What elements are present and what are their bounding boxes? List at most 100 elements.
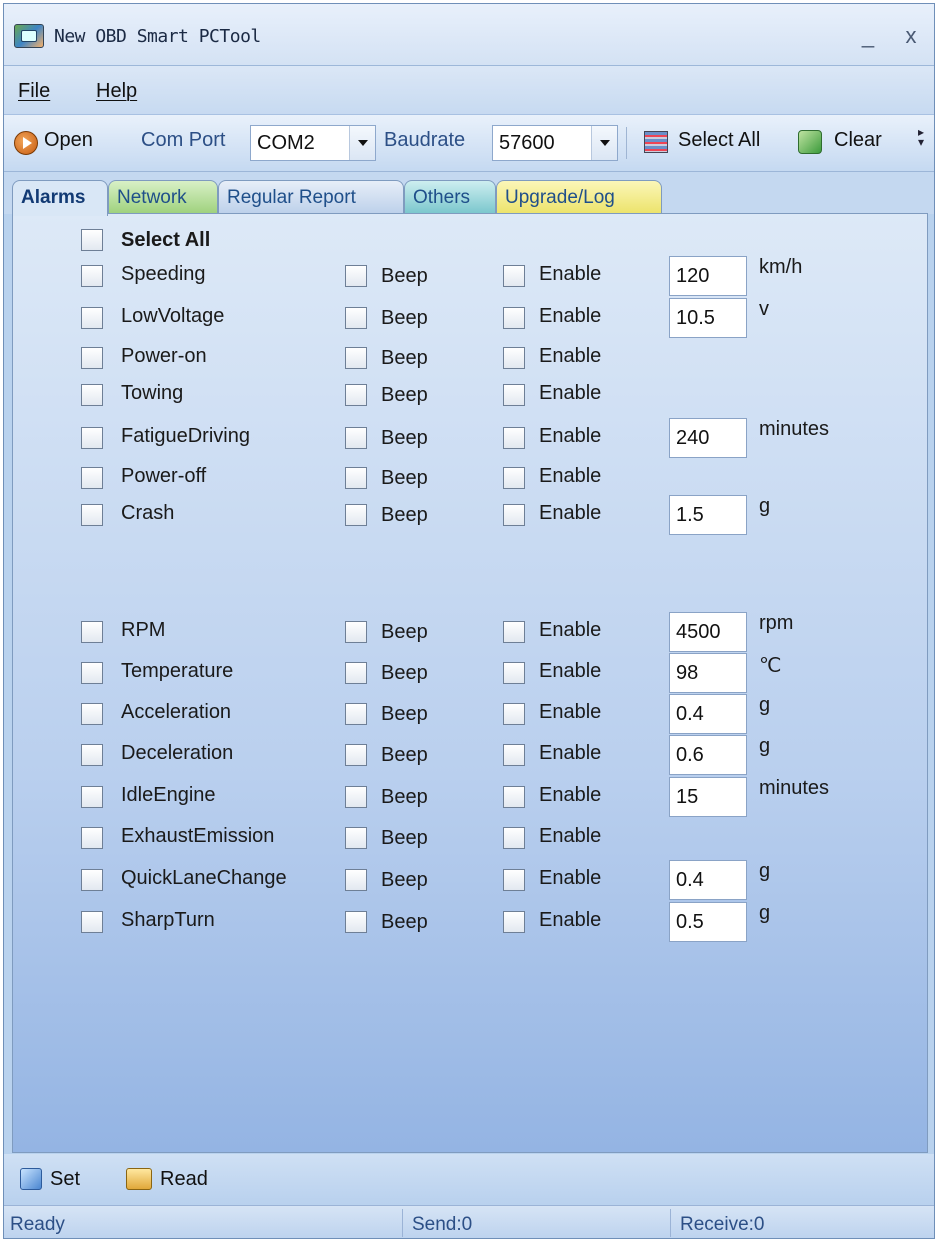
beep-checkbox[interactable]: [345, 703, 367, 725]
alarm-checkbox[interactable]: [81, 662, 103, 684]
chevron-down-icon[interactable]: [591, 126, 617, 160]
tab-network[interactable]: Network: [108, 180, 218, 214]
enable-checkbox[interactable]: [503, 347, 525, 369]
threshold-input[interactable]: 98: [669, 653, 747, 693]
alarm-checkbox[interactable]: [81, 827, 103, 849]
tab-alarms[interactable]: Alarms: [12, 180, 108, 216]
set-button[interactable]: Set: [50, 1168, 80, 1191]
beep-checkbox[interactable]: [345, 307, 367, 329]
threshold-input[interactable]: 10.5: [669, 298, 747, 338]
threshold-input[interactable]: 0.4: [669, 694, 747, 734]
enable-checkbox[interactable]: [503, 786, 525, 808]
enable-label: Enable: [539, 825, 602, 847]
alarm-checkbox[interactable]: [81, 911, 103, 933]
baudrate-value: 57600: [499, 132, 555, 154]
threshold-input[interactable]: 0.4: [669, 860, 747, 900]
enable-checkbox[interactable]: [503, 504, 525, 526]
alarm-checkbox[interactable]: [81, 307, 103, 329]
open-icon[interactable]: [14, 131, 38, 155]
toolbar-overflow-icon[interactable]: ▸ ▾: [918, 126, 930, 161]
threshold-input[interactable]: 120: [669, 256, 747, 296]
chevron-down-icon[interactable]: [349, 126, 375, 160]
alarm-checkbox[interactable]: [81, 744, 103, 766]
alarm-row-deceleration: Deceleration Beep Enable 0.6 g: [13, 735, 927, 775]
beep-checkbox[interactable]: [345, 504, 367, 526]
alarm-checkbox[interactable]: [81, 427, 103, 449]
folder-icon[interactable]: [126, 1168, 152, 1190]
select-all-button[interactable]: Select All: [678, 129, 760, 152]
beep-checkbox[interactable]: [345, 911, 367, 933]
beep-checkbox[interactable]: [345, 347, 367, 369]
alarm-checkbox[interactable]: [81, 467, 103, 489]
enable-checkbox[interactable]: [503, 621, 525, 643]
threshold-input[interactable]: 4500: [669, 612, 747, 652]
enable-label: Enable: [539, 382, 602, 404]
beep-checkbox[interactable]: [345, 384, 367, 406]
enable-checkbox[interactable]: [503, 869, 525, 891]
enable-checkbox[interactable]: [503, 662, 525, 684]
baudrate-select[interactable]: 57600: [492, 125, 618, 161]
beep-checkbox[interactable]: [345, 427, 367, 449]
clear-button[interactable]: Clear: [834, 129, 882, 152]
beep-checkbox[interactable]: [345, 786, 367, 808]
enable-label: Enable: [539, 425, 602, 447]
enable-label: Enable: [539, 784, 602, 806]
alarm-checkbox[interactable]: [81, 265, 103, 287]
open-button[interactable]: Open: [44, 129, 93, 152]
beep-checkbox[interactable]: [345, 467, 367, 489]
menu-file-label: File: [18, 80, 51, 102]
enable-checkbox[interactable]: [503, 467, 525, 489]
unit-label: minutes: [759, 777, 830, 799]
alarm-checkbox[interactable]: [81, 786, 103, 808]
threshold-input[interactable]: 1.5: [669, 495, 747, 535]
threshold-input[interactable]: 0.6: [669, 735, 747, 775]
menu-help[interactable]: Help: [96, 80, 137, 103]
alarm-name: Temperature: [121, 660, 234, 682]
set-icon[interactable]: [20, 1168, 42, 1190]
enable-checkbox[interactable]: [503, 744, 525, 766]
alarm-checkbox[interactable]: [81, 347, 103, 369]
enable-checkbox[interactable]: [503, 827, 525, 849]
tab-others[interactable]: Others: [404, 180, 496, 214]
beep-checkbox[interactable]: [345, 744, 367, 766]
alarm-row-towing: Towing Beep Enable: [13, 379, 927, 415]
alarm-name: IdleEngine: [121, 784, 216, 806]
alarm-checkbox[interactable]: [81, 384, 103, 406]
beep-checkbox[interactable]: [345, 265, 367, 287]
unit-label: g: [759, 735, 771, 757]
clear-icon[interactable]: [798, 130, 822, 154]
beep-checkbox[interactable]: [345, 662, 367, 684]
threshold-input[interactable]: 240: [669, 418, 747, 458]
enable-label: Enable: [539, 701, 602, 723]
enable-checkbox[interactable]: [503, 265, 525, 287]
enable-checkbox[interactable]: [503, 427, 525, 449]
minimize-button[interactable]: _: [854, 22, 882, 50]
alarm-checkbox[interactable]: [81, 869, 103, 891]
alarm-row-exhaustemission: ExhaustEmission Beep Enable: [13, 822, 927, 858]
alarm-row-speeding: Speeding Beep Enable 120 km/h: [13, 256, 927, 296]
com-port-select[interactable]: COM2: [250, 125, 376, 161]
close-button[interactable]: x: [897, 22, 925, 50]
alarm-checkbox[interactable]: [81, 621, 103, 643]
alarm-row-fatiguedriving: FatigueDriving Beep Enable 240 minutes: [13, 418, 927, 458]
read-button[interactable]: Read: [160, 1168, 208, 1191]
select-all-icon[interactable]: [644, 131, 668, 153]
alarm-checkbox[interactable]: [81, 703, 103, 725]
enable-checkbox[interactable]: [503, 307, 525, 329]
tab-upgrade-log[interactable]: Upgrade/Log: [496, 180, 662, 214]
status-divider: [402, 1209, 403, 1237]
beep-checkbox[interactable]: [345, 827, 367, 849]
select-all-checkbox[interactable]: [81, 229, 103, 251]
threshold-input[interactable]: 15: [669, 777, 747, 817]
menu-file[interactable]: File: [18, 80, 50, 103]
threshold-input[interactable]: 0.5: [669, 902, 747, 942]
enable-checkbox[interactable]: [503, 703, 525, 725]
alarm-checkbox[interactable]: [81, 504, 103, 526]
enable-checkbox[interactable]: [503, 911, 525, 933]
tab-regular-report[interactable]: Regular Report: [218, 180, 404, 214]
alarm-name: Power-on: [121, 345, 207, 367]
beep-checkbox[interactable]: [345, 621, 367, 643]
enable-checkbox[interactable]: [503, 384, 525, 406]
beep-checkbox[interactable]: [345, 869, 367, 891]
beep-label: Beep: [381, 427, 428, 449]
